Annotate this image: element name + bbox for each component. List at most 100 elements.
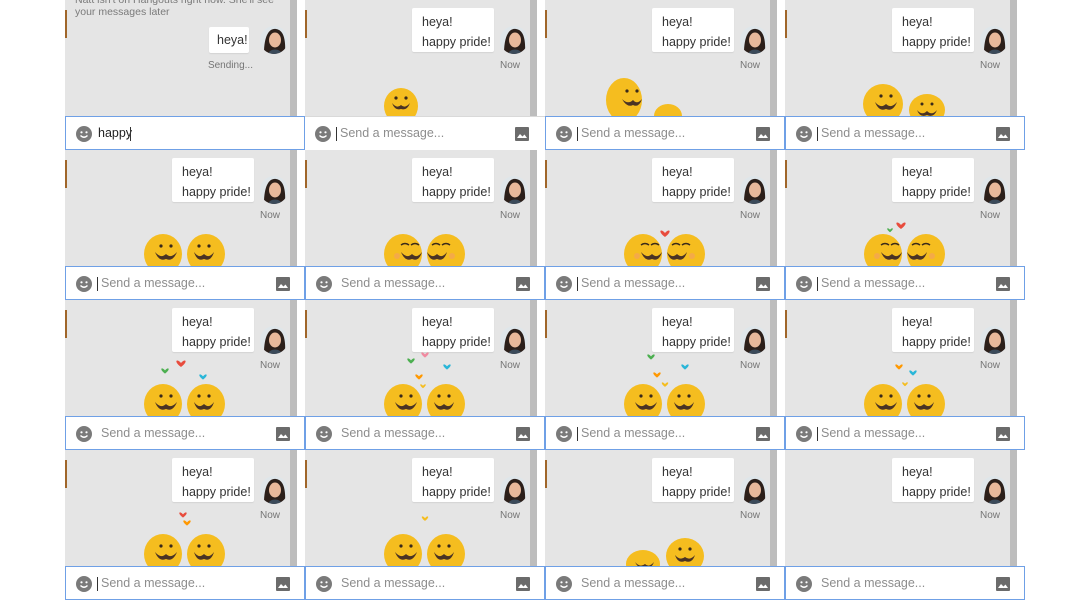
message-input[interactable]: Send a message...: [821, 576, 925, 590]
heart-icon: [909, 370, 917, 376]
frame-3: heya! happy pride! Now Send a message...: [545, 0, 785, 150]
image-attach-icon[interactable]: [756, 577, 770, 591]
message-input[interactable]: Send a message...: [821, 426, 925, 440]
scrollbar[interactable]: [770, 300, 777, 416]
message-composer[interactable]: Send a message...: [545, 416, 785, 450]
message-composer[interactable]: Send a message...: [305, 116, 545, 150]
chat-pane: heya! happy pride! Now: [545, 150, 777, 266]
message-input[interactable]: Send a message...: [581, 576, 685, 590]
smiley-face-icon[interactable]: [76, 276, 92, 292]
smiley-face-icon[interactable]: [316, 576, 332, 592]
heart-icon: [902, 382, 908, 387]
image-attach-icon[interactable]: [756, 127, 770, 141]
message-input[interactable]: Send a message...: [341, 426, 445, 440]
smiley-face-icon[interactable]: [796, 426, 812, 442]
mustache-duck-sticker: [864, 364, 945, 416]
window-edge: [65, 10, 67, 38]
message-composer[interactable]: Send a message...: [65, 266, 305, 300]
message-text: heya!: [902, 465, 933, 479]
message-composer[interactable]: Send a message...: [785, 416, 1025, 450]
message-composer[interactable]: Send a message...: [545, 116, 785, 150]
scrollbar[interactable]: [770, 450, 777, 566]
scrollbar[interactable]: [1010, 150, 1017, 266]
smiley-face-icon[interactable]: [556, 426, 572, 442]
image-attach-icon[interactable]: [516, 277, 530, 291]
message-input[interactable]: Send a message...: [341, 576, 445, 590]
message-composer[interactable]: Send a message...: [785, 266, 1025, 300]
image-attach-icon[interactable]: [516, 577, 530, 591]
image-attach-icon[interactable]: [996, 127, 1010, 141]
smiley-face-icon[interactable]: [315, 126, 331, 142]
smiley-face-icon[interactable]: [796, 276, 812, 292]
image-attach-icon[interactable]: [276, 277, 290, 291]
message-input[interactable]: Send a message...: [821, 126, 925, 140]
contact-avatar[interactable]: [980, 476, 1008, 504]
scrollbar[interactable]: [530, 300, 537, 416]
smiley-face-icon[interactable]: [556, 276, 572, 292]
image-attach-icon[interactable]: [756, 427, 770, 441]
text-caret: [97, 277, 98, 291]
scrollbar[interactable]: [770, 0, 777, 116]
smiley-face-icon[interactable]: [316, 426, 332, 442]
image-attach-icon[interactable]: [996, 427, 1010, 441]
message-input[interactable]: Send a message...: [101, 576, 205, 590]
message-composer[interactable]: Send a message...: [305, 566, 545, 600]
mustache-duck-sticker: [144, 512, 225, 566]
frame-13: heya! happy pride! Now Send a message...: [65, 450, 305, 600]
message-composer[interactable]: Send a message...: [545, 266, 785, 300]
mustache-duck-sticker: [384, 352, 465, 416]
image-attach-icon[interactable]: [276, 427, 290, 441]
message-composer[interactable]: happy: [65, 116, 305, 150]
scrollbar[interactable]: [290, 300, 297, 416]
chat-pane: heya! happy pride! Now: [65, 150, 297, 266]
message-text: happy pride!: [902, 485, 971, 499]
scrollbar[interactable]: [290, 150, 297, 266]
image-attach-icon[interactable]: [756, 277, 770, 291]
message-input[interactable]: Send a message...: [581, 126, 685, 140]
smiley-face-icon[interactable]: [556, 576, 572, 592]
message-composer[interactable]: Send a message...: [305, 266, 545, 300]
image-attach-icon[interactable]: [515, 127, 529, 141]
message-composer[interactable]: Send a message...: [785, 566, 1025, 600]
message-input[interactable]: happy: [98, 126, 132, 140]
text-caret: [817, 127, 818, 141]
message-input[interactable]: Send a message...: [101, 426, 205, 440]
scrollbar[interactable]: [1010, 300, 1017, 416]
message-input[interactable]: Send a message...: [581, 276, 685, 290]
image-attach-icon[interactable]: [996, 577, 1010, 591]
scrollbar[interactable]: [290, 0, 297, 116]
scrollbar[interactable]: [530, 450, 537, 566]
smiley-face-icon[interactable]: [76, 576, 92, 592]
scrollbar[interactable]: [530, 150, 537, 266]
frame-4: heya! happy pride! Now Send a message...: [785, 0, 1025, 150]
scrollbar[interactable]: [290, 450, 297, 566]
message-composer[interactable]: Send a message...: [65, 566, 305, 600]
mustache-duck-sticker: [606, 78, 682, 116]
heart-icon: [421, 352, 429, 358]
image-attach-icon[interactable]: [276, 577, 290, 591]
message-input[interactable]: Send a message...: [821, 276, 925, 290]
message-composer[interactable]: Send a message...: [65, 416, 305, 450]
contact-avatar[interactable]: [260, 26, 288, 54]
scrollbar[interactable]: [770, 150, 777, 266]
smiley-face-icon[interactable]: [76, 126, 92, 142]
image-attach-icon[interactable]: [996, 277, 1010, 291]
smiley-face-icon[interactable]: [316, 276, 332, 292]
chat-pane: heya! happy pride! Now: [305, 150, 537, 266]
smiley-face-icon[interactable]: [796, 126, 812, 142]
image-attach-icon[interactable]: [516, 427, 530, 441]
message-composer[interactable]: Send a message...: [305, 416, 545, 450]
message-composer[interactable]: Send a message...: [545, 566, 785, 600]
message-composer[interactable]: Send a message...: [785, 116, 1025, 150]
smiley-face-icon[interactable]: [76, 426, 92, 442]
message-input[interactable]: Send a message...: [341, 276, 445, 290]
smiley-face-icon[interactable]: [796, 576, 812, 592]
scrollbar[interactable]: [1010, 0, 1017, 116]
message-input[interactable]: Send a message...: [340, 126, 444, 140]
scrollbar[interactable]: [1010, 450, 1017, 566]
smiley-face-icon[interactable]: [556, 126, 572, 142]
scrollbar[interactable]: [530, 0, 537, 116]
message-input[interactable]: Send a message...: [581, 426, 685, 440]
chat-pane: Natt isn't on Hangouts right now. She'll…: [65, 0, 297, 116]
message-input[interactable]: Send a message...: [101, 276, 205, 290]
